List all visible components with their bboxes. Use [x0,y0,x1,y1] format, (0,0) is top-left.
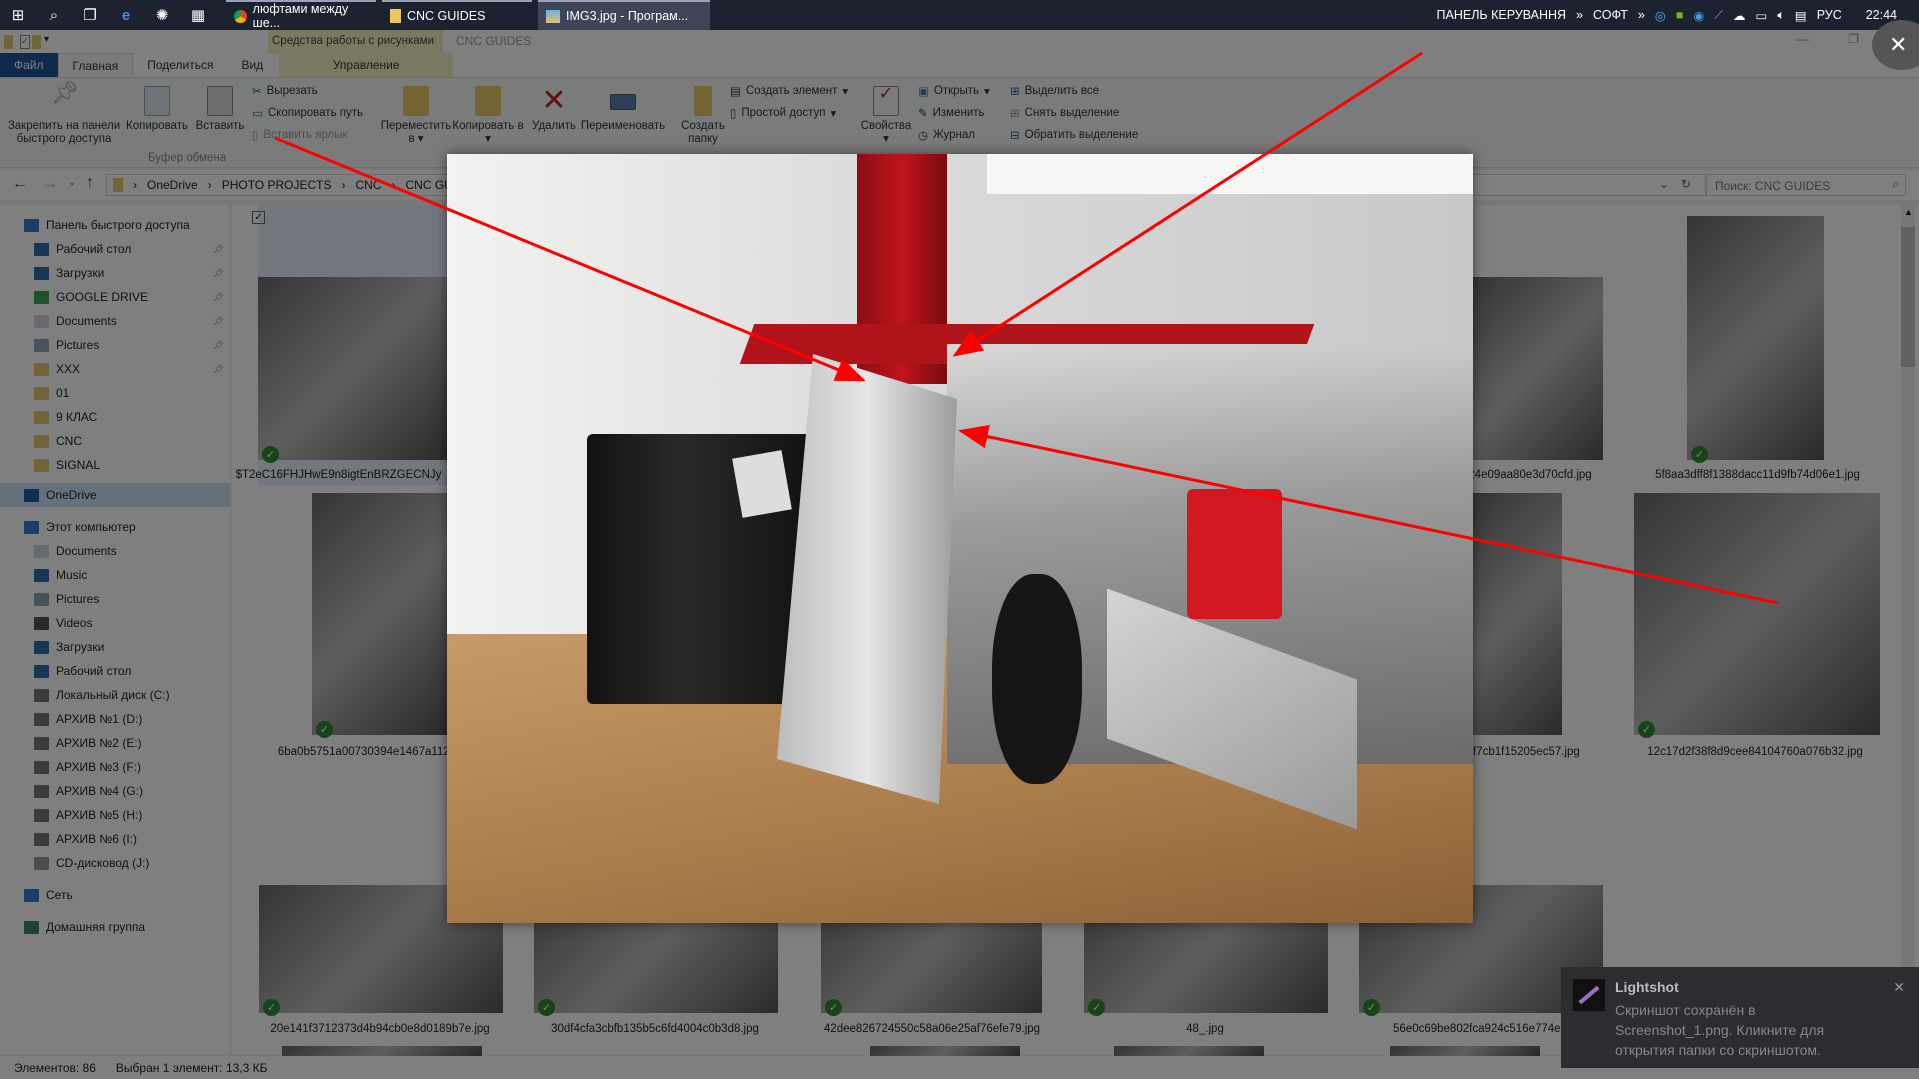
annotation-arrow [274,136,866,382]
notification-close-button[interactable]: ✕ [1893,979,1905,996]
close-icon: ✕ [1889,32,1908,57]
annotation-arrow [958,424,1779,605]
annotation-arrow [952,51,1423,357]
annotation-arrows [274,51,1779,605]
notification-message: Скриншот сохранён в Screenshot_1.png. Кл… [1615,1002,1825,1058]
notification-title: Lightshot [1615,979,1679,995]
lightshot-notification[interactable]: Lightshot Скриншот сохранён в Screenshot… [1561,967,1919,1068]
lightshot-feather-icon [1573,979,1605,1011]
